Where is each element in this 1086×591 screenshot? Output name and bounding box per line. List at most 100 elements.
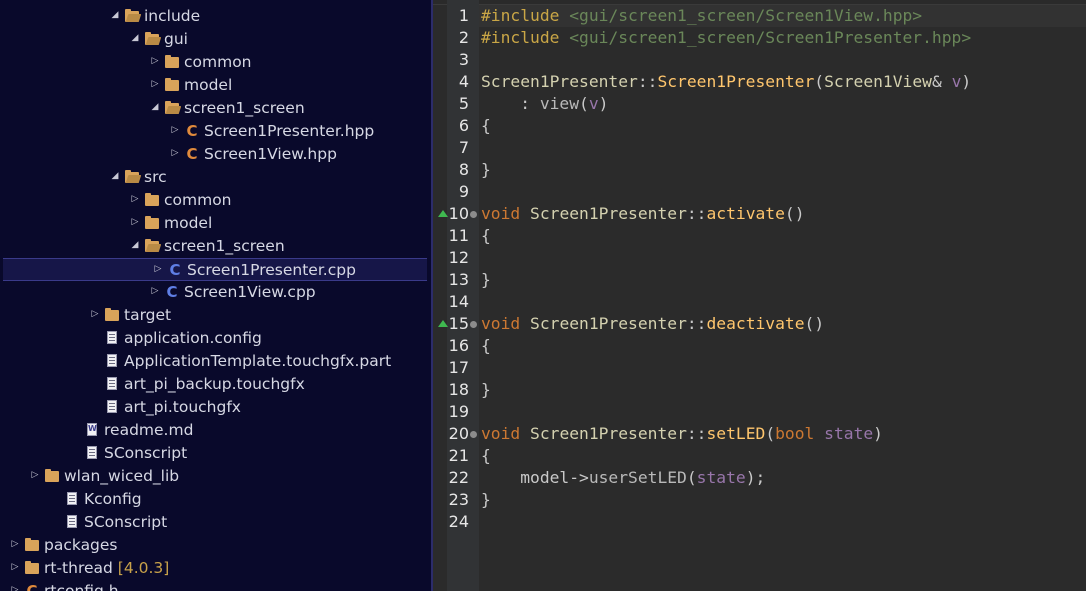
tree-item[interactable]: ▷ rt-thread [4.0.3]	[0, 557, 432, 580]
line-number: 13	[448, 270, 469, 289]
code-line-16[interactable]: {	[481, 335, 491, 357]
tree-item[interactable]: ▷ C Screen1Presenter.hpp	[0, 120, 432, 143]
line-number: 8	[458, 160, 469, 179]
collapsed-arrow-icon[interactable]: ▷	[10, 561, 20, 573]
tree-item[interactable]: ◢ gui	[0, 28, 432, 51]
tree-item[interactable]: ▷ model	[0, 212, 432, 235]
constructor-name: Screen1Presenter	[657, 72, 815, 91]
collapsed-arrow-icon[interactable]: ▷	[130, 193, 140, 205]
tree-item[interactable]: Wreadme.md	[0, 419, 432, 442]
tree-item[interactable]: ▷ model	[0, 74, 432, 97]
tree-item-label: Kconfig	[84, 490, 142, 508]
tree-item[interactable]: ▷ C Screen1View.cpp	[0, 281, 432, 304]
tree-item-label: application.config	[124, 329, 262, 347]
override-arrow-icon[interactable]	[438, 210, 448, 217]
tree-item[interactable]: ▷ wlan_wiced_lib	[0, 465, 432, 488]
code-line-11[interactable]: {	[481, 225, 491, 247]
tree-item[interactable]: ▷ target	[0, 304, 432, 327]
folder-icon	[24, 560, 40, 576]
folder-icon	[144, 192, 160, 208]
tree-item[interactable]: ApplicationTemplate.touchgfx.part	[0, 350, 432, 373]
tree-item[interactable]: ▷ Crtconfig.h	[0, 580, 432, 591]
line-number: 21	[448, 446, 469, 465]
collapsed-arrow-icon[interactable]: ▷	[10, 538, 20, 550]
override-arrow-icon[interactable]	[438, 320, 448, 327]
line-number: 2	[458, 28, 469, 47]
tree-item[interactable]: SConscript	[0, 442, 432, 465]
tree-item-label: SConscript	[104, 444, 188, 462]
fold-toggle-icon[interactable]	[470, 211, 477, 218]
tree-item[interactable]: ◢ src	[0, 166, 432, 189]
project-explorer: ◢ include ◢ gui ▷ common ▷ model ◢ screen1_screen…	[0, 0, 432, 591]
expanded-arrow-icon[interactable]: ◢	[110, 9, 120, 21]
tree-item[interactable]: SConscript	[0, 511, 432, 534]
tree-item[interactable]: ▷ common	[0, 51, 432, 74]
tree-item[interactable]: ▷ C Screen1View.hpp	[0, 143, 432, 166]
code-editor[interactable]: 1 2 3 4 5 6 7 8 9 10 11 12 13 14 15 16 17 18 19 20 21 22 23 24 …	[433, 0, 1086, 591]
tree-item[interactable]: Kconfig	[0, 488, 432, 511]
param-type: Screen1View	[824, 72, 932, 91]
collapsed-arrow-icon[interactable]: ▷	[170, 124, 180, 136]
line-number: 9	[458, 182, 469, 201]
line-number: 20	[448, 424, 469, 443]
tree-item-label: art_pi.touchgfx	[124, 398, 241, 416]
code-line-13[interactable]: }	[481, 269, 491, 291]
line-number: 6	[458, 116, 469, 135]
tree-item-label: packages	[44, 536, 118, 554]
code-line-20[interactable]: void Screen1Presenter::setLED(bool state…	[481, 423, 883, 445]
collapsed-arrow-icon[interactable]: ▷	[90, 308, 100, 320]
tree-item[interactable]: ▷ common	[0, 189, 432, 212]
tree-item[interactable]: ◢ screen1_screen	[0, 235, 432, 258]
c-header-file-icon: C	[26, 582, 38, 591]
tree-item[interactable]: ▷ packages	[0, 534, 432, 557]
method-name: activate	[706, 204, 785, 223]
code-line-15[interactable]: void Screen1Presenter::deactivate()	[481, 313, 824, 335]
include-directive: #include	[481, 28, 560, 47]
folder-icon	[104, 307, 120, 323]
code-line-1[interactable]: #include <gui/screen1_screen/Screen1View…	[481, 5, 922, 27]
expanded-arrow-icon[interactable]: ◢	[130, 239, 140, 251]
text-file-icon	[84, 445, 100, 461]
tree-item[interactable]: ▷ C Screen1Presenter.cpp	[3, 258, 427, 281]
code-line-6[interactable]: {	[481, 115, 491, 137]
collapsed-arrow-icon[interactable]: ▷	[30, 469, 40, 481]
code-line-23[interactable]: }	[481, 489, 491, 511]
expanded-arrow-icon[interactable]: ◢	[130, 32, 140, 44]
bool-keyword: bool	[775, 424, 815, 443]
folder-open-icon	[144, 238, 162, 254]
fold-toggle-icon[interactable]	[470, 321, 477, 328]
fold-toggle-icon[interactable]	[470, 431, 477, 438]
collapsed-arrow-icon[interactable]: ▷	[150, 285, 160, 297]
collapsed-arrow-icon[interactable]: ▷	[150, 55, 160, 67]
tree-item-label: src	[144, 168, 167, 186]
collapsed-arrow-icon[interactable]: ▷	[130, 216, 140, 228]
code-line-10[interactable]: void Screen1Presenter::activate()	[481, 203, 805, 225]
void-keyword: void	[481, 424, 521, 443]
collapsed-arrow-icon[interactable]: ▷	[153, 263, 163, 275]
tree-item[interactable]: art_pi.touchgfx	[0, 396, 432, 419]
line-number-gutter: 1 2 3 4 5 6 7 8 9 10 11 12 13 14 15 16 17 18 19 20 21 22 23 24	[447, 0, 479, 591]
tree-item-label: wlan_wiced_lib	[64, 467, 180, 485]
tree-item-label: rt-thread [4.0.3]	[44, 559, 170, 577]
tree-item-label: common	[164, 191, 232, 209]
collapsed-arrow-icon[interactable]: ▷	[170, 147, 180, 159]
expanded-arrow-icon[interactable]: ◢	[110, 170, 120, 182]
code-line-18[interactable]: }	[481, 379, 491, 401]
tree-item-label: screen1_screen	[164, 237, 285, 255]
collapsed-arrow-icon[interactable]: ▷	[10, 584, 20, 591]
code-line-21[interactable]: {	[481, 445, 491, 467]
collapsed-arrow-icon[interactable]: ▷	[150, 78, 160, 90]
tree-item[interactable]: art_pi_backup.touchgfx	[0, 373, 432, 396]
code-line-5[interactable]: : view(v)	[481, 93, 608, 115]
c-source-file-icon: C	[169, 261, 181, 279]
tree-item[interactable]: ◢ screen1_screen	[0, 97, 432, 120]
code-line-22[interactable]: model->userSetLED(state);	[481, 467, 765, 489]
tree-item[interactable]: application.config	[0, 327, 432, 350]
code-line-2[interactable]: #include <gui/screen1_screen/Screen1Pres…	[481, 27, 971, 49]
tree-item-label: Screen1Presenter.cpp	[187, 261, 356, 279]
tree-item[interactable]: ◢ include	[0, 5, 432, 28]
code-line-4[interactable]: Screen1Presenter::Screen1Presenter(Scree…	[481, 71, 971, 93]
expanded-arrow-icon[interactable]: ◢	[150, 101, 160, 113]
code-line-8[interactable]: }	[481, 159, 491, 181]
method-call: userSetLED	[588, 468, 687, 487]
